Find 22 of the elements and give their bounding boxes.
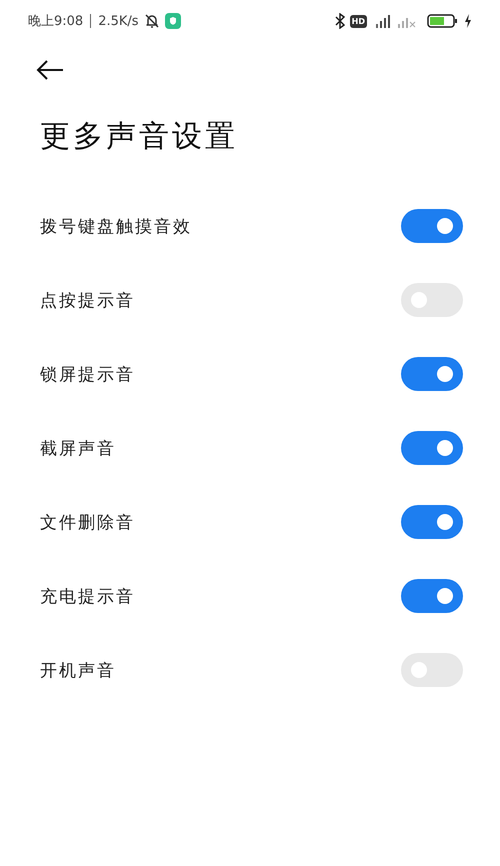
hd-badge: HD: [350, 14, 367, 28]
back-button[interactable]: [36, 60, 64, 80]
network-speed: 2.5K/s: [98, 14, 139, 28]
toggle-switch[interactable]: [401, 431, 463, 465]
battery-icon: [427, 14, 459, 28]
setting-label: 文件删除音: [40, 512, 135, 534]
setting-label: 截屏声音: [40, 438, 116, 460]
page-title: 更多声音设置: [40, 118, 239, 156]
setting-label: 充电提示音: [40, 586, 135, 608]
status-time: 晚上9:08: [28, 13, 84, 30]
toggle-switch[interactable]: [401, 579, 463, 613]
setting-label: 开机声音: [40, 660, 116, 682]
charging-icon: [464, 14, 472, 28]
shield-app-icon: [164, 13, 181, 29]
setting-label: 点按提示音: [40, 290, 135, 312]
toggle-switch[interactable]: [401, 357, 463, 391]
setting-label: 拨号键盘触摸音效: [40, 216, 192, 238]
toggle-switch[interactable]: [401, 209, 463, 243]
setting-label: 锁屏提示音: [40, 364, 135, 386]
bell-muted-icon: [144, 13, 160, 29]
toggle-switch[interactable]: [401, 505, 463, 539]
bluetooth-icon: [334, 13, 345, 29]
